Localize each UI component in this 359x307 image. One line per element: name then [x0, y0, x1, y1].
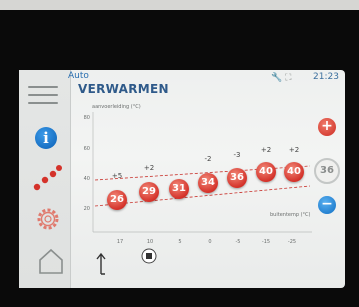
x-tick: 0: [208, 239, 212, 245]
x-axis-label: buitentemp (°C): [270, 212, 311, 218]
offset-label: -2: [204, 155, 212, 163]
x-tick: 5: [178, 239, 182, 245]
offset-label: +5: [111, 172, 123, 180]
offset-label: -3: [233, 151, 241, 159]
setpoint-value: 36: [314, 158, 340, 184]
x-tick: -15: [261, 239, 271, 245]
curve-point[interactable]: 40: [256, 162, 276, 182]
curve-point[interactable]: 31: [169, 179, 189, 199]
y-tick: 20: [83, 206, 90, 212]
y-tick: 60: [83, 146, 90, 152]
curve-point[interactable]: 26: [107, 190, 127, 210]
y-tick: 40: [83, 176, 90, 182]
decrease-button[interactable]: −: [318, 196, 336, 214]
curve-point[interactable]: 34: [198, 173, 218, 193]
curve-point[interactable]: 29: [139, 182, 159, 202]
x-tick: -25: [287, 239, 297, 245]
curve-point[interactable]: 40: [284, 162, 304, 182]
x-tick: 10: [146, 239, 154, 245]
x-tick: 17: [116, 239, 124, 245]
offset-label: +2: [143, 164, 155, 172]
arrow-up-icon: [96, 252, 106, 275]
y-tick: 80: [83, 115, 90, 121]
curve-point[interactable]: 36: [227, 168, 247, 188]
x-tick: -5: [235, 239, 241, 245]
heating-curve-chart: [92, 112, 312, 233]
increase-button[interactable]: +: [318, 118, 336, 136]
y-axis-label: aanvoerleiding (°C): [92, 104, 141, 110]
pump-icon: [141, 248, 157, 264]
offset-label: +2: [260, 146, 272, 154]
offset-label: +2: [288, 146, 300, 154]
